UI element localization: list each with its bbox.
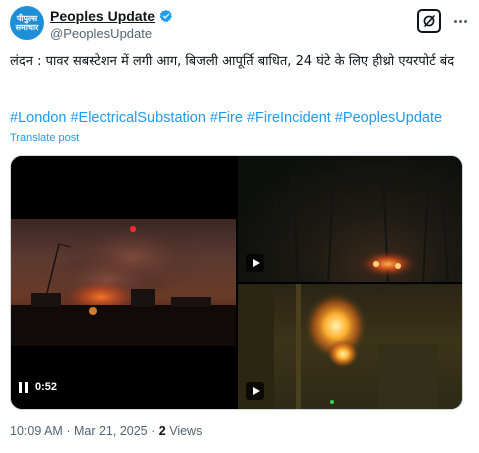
post-time[interactable]: 10:09 AM	[10, 424, 63, 438]
avatar-text-line1: पीपुल्स	[16, 14, 38, 23]
verified-badge-icon	[159, 9, 172, 23]
pause-icon[interactable]	[19, 381, 29, 393]
views-count: 2	[158, 424, 166, 438]
fire-window-image	[238, 284, 438, 409]
fire-scene-image	[11, 221, 236, 346]
display-name[interactable]: Peoples Update	[50, 8, 155, 24]
author-name-row: Peoples Update	[50, 8, 173, 24]
avatar-text-line2: समाचार	[15, 23, 39, 32]
meta-separator: ·	[151, 424, 156, 438]
more-button[interactable]	[450, 12, 470, 30]
video-controls: 0:52	[19, 381, 57, 393]
fire-trees-image	[257, 156, 454, 282]
post-meta: 10:09 AM · Mar 21, 2025 · 2 Views	[10, 424, 202, 438]
handle[interactable]: @PeoplesUpdate	[50, 26, 152, 41]
video-frame	[11, 219, 236, 346]
grok-button[interactable]	[417, 9, 441, 33]
media-grid: 0:52	[10, 155, 463, 410]
post: पीपुल्स समाचार Peoples Update @PeoplesUp…	[0, 0, 479, 453]
video-time: 0:52	[35, 381, 58, 393]
video-player[interactable]: 0:52	[11, 156, 236, 409]
meta-separator: ·	[66, 424, 71, 438]
grok-icon	[423, 15, 435, 27]
translate-post-link[interactable]: Translate post	[10, 132, 79, 144]
views-label: Views	[169, 424, 203, 438]
play-icon[interactable]	[246, 382, 264, 400]
more-icon	[453, 19, 467, 23]
media-thumbnail-2[interactable]	[238, 156, 462, 282]
media-thumbnail-3[interactable]	[238, 284, 462, 409]
play-icon[interactable]	[246, 254, 264, 272]
post-text: लंदन : पावर सबस्टेशन में लगी आग, बिजली आ…	[10, 54, 455, 69]
post-date[interactable]: Mar 21, 2025	[74, 424, 148, 438]
hashtags[interactable]: #London #ElectricalSubstation #Fire #Fir…	[10, 110, 470, 126]
avatar[interactable]: पीपुल्स समाचार	[10, 6, 44, 40]
